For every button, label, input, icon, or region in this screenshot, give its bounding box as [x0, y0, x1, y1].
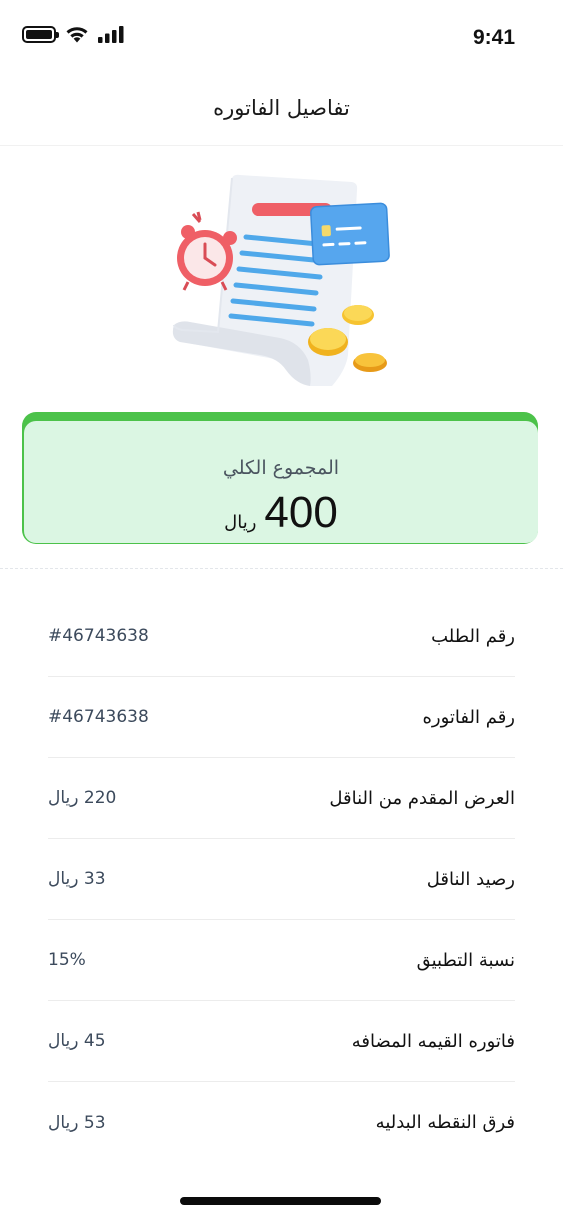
detail-value: 33 ريال — [48, 869, 106, 889]
total-card-body: المجموع الكلي 400 ريال — [24, 421, 538, 543]
status-time: 9:41 — [472, 26, 515, 49]
detail-label: نسبة التطبيق — [416, 949, 515, 971]
detail-label: رقم الطلب — [431, 625, 515, 647]
wifi-icon — [66, 27, 88, 43]
invoice-illustration — [172, 174, 390, 386]
detail-value: 220 ريال — [48, 788, 117, 808]
cellular-signal-icon — [98, 25, 124, 43]
dashed-divider — [0, 568, 563, 569]
status-icons — [22, 25, 124, 43]
detail-label: فرق النقطه البدليه — [375, 1112, 515, 1133]
total-label: المجموع الكلي — [222, 457, 340, 479]
detail-row-vat-invoice: 45 ريال فاتوره القيمه المضافه — [48, 1001, 515, 1082]
detail-label: فاتوره القيمه المضافه — [351, 1030, 515, 1052]
detail-row-carrier-offer: 220 ريال العرض المقدم من الناقل — [48, 758, 515, 839]
detail-value: #46743638 — [48, 626, 149, 646]
total-value: 400 — [264, 488, 338, 537]
detail-row-app-percentage: 15% نسبة التطبيق — [48, 920, 515, 1001]
detail-value: #46743638 — [48, 707, 149, 727]
battery-icon — [22, 25, 59, 43]
detail-row-substitute-point-difference: 53 ريال فرق النقطه البدليه — [48, 1082, 515, 1163]
page-title: تفاصيل الفاتوره — [213, 95, 350, 120]
detail-label: رقم الفاتوره — [422, 706, 515, 728]
detail-row-order-number: #46743638 رقم الطلب — [48, 596, 515, 677]
detail-value: 53 ريال — [48, 1112, 106, 1133]
invoice-details-list: #46743638 رقم الطلب #46743638 رقم الفاتو… — [48, 596, 515, 1163]
detail-label: العرض المقدم من الناقل — [329, 787, 515, 809]
total-currency: ريال — [224, 512, 257, 533]
detail-row-carrier-balance: 33 ريال رصيد الناقل — [48, 839, 515, 920]
status-bar: 9:41 — [0, 0, 563, 70]
detail-value: 45 ريال — [48, 1031, 106, 1051]
detail-label: رصيد الناقل — [426, 868, 515, 890]
home-indicator[interactable] — [180, 1197, 381, 1205]
total-card: المجموع الكلي 400 ريال — [22, 412, 538, 544]
total-amount: 400 ريال — [24, 491, 538, 535]
detail-value: 15% — [48, 950, 86, 970]
page-header: تفاصيل الفاتوره — [0, 70, 563, 146]
detail-row-invoice-number: #46743638 رقم الفاتوره — [48, 677, 515, 758]
